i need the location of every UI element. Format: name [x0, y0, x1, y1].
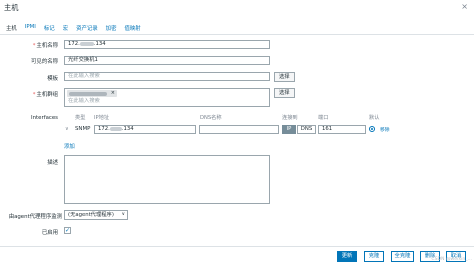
- description-label: 描述: [47, 160, 58, 166]
- templates-select-button[interactable]: 选择: [274, 72, 295, 82]
- col-port: 端口: [318, 115, 329, 121]
- visible-name-input[interactable]: 光纤交换机1: [64, 56, 270, 65]
- enabled-checkbox[interactable]: ✓: [64, 227, 71, 234]
- radio-dot: [370, 127, 374, 131]
- add-interface-link[interactable]: 添加: [64, 142, 75, 150]
- chevron-down-icon: ∨: [121, 212, 125, 217]
- dialog-title: 主机: [4, 3, 19, 12]
- col-ip: IP地址: [94, 115, 110, 121]
- full-clone-button[interactable]: 全克隆: [391, 251, 414, 262]
- col-default: 默认: [369, 115, 380, 121]
- host-group-chip: ×: [67, 90, 117, 97]
- redacted-mask: [79, 41, 94, 46]
- host-groups-search[interactable]: 在此输入搜索: [67, 98, 267, 105]
- proxy-select[interactable]: (无agent代理程序) ∨: [64, 210, 128, 220]
- connect-ip-toggle[interactable]: IP: [282, 125, 296, 134]
- visible-name-label: 可见的名称: [31, 59, 58, 65]
- interface-type: SNMP: [75, 126, 91, 132]
- host-groups-select-button[interactable]: 选择: [274, 88, 295, 98]
- connect-dns-toggle[interactable]: DNS: [297, 125, 316, 134]
- templates-input[interactable]: 在此输入搜索: [64, 72, 270, 81]
- col-connect: 连接到: [282, 115, 298, 121]
- hostname-label: *主机名称: [32, 43, 58, 49]
- description-textarea[interactable]: [64, 155, 270, 204]
- interface-dns-input[interactable]: [199, 125, 279, 134]
- proxy-label: 由agent代理程序监测: [8, 214, 62, 220]
- col-dns: DNS名称: [200, 115, 222, 121]
- host-groups-label: *主机群组: [32, 92, 58, 98]
- interface-ip-input[interactable]: 172. .134: [94, 125, 196, 134]
- chip-remove-icon[interactable]: ×: [111, 90, 115, 97]
- templates-label: 模板: [47, 76, 58, 82]
- tab-divider: [0, 34, 474, 35]
- interfaces-label: Interfaces: [31, 115, 58, 121]
- host-groups-multiselect[interactable]: × 在此输入搜索: [64, 88, 270, 107]
- watermark: CSDN @weixin_...: [431, 257, 472, 262]
- footer-divider: [0, 246, 474, 247]
- redacted-mask: [69, 91, 107, 96]
- enabled-label: 已启用: [41, 230, 58, 236]
- close-icon[interactable]: ×: [461, 2, 468, 11]
- col-type: 类型: [75, 115, 86, 121]
- redacted-mask: [109, 126, 122, 131]
- chevron-down-icon[interactable]: ∨: [65, 126, 69, 132]
- update-button[interactable]: 更新: [337, 251, 357, 262]
- clone-button[interactable]: 克隆: [364, 251, 384, 262]
- remove-interface-link[interactable]: 移除: [380, 126, 390, 133]
- interface-port-input[interactable]: 161: [318, 125, 366, 134]
- hostname-input[interactable]: 172. .134: [64, 40, 270, 49]
- default-radio[interactable]: [369, 126, 375, 132]
